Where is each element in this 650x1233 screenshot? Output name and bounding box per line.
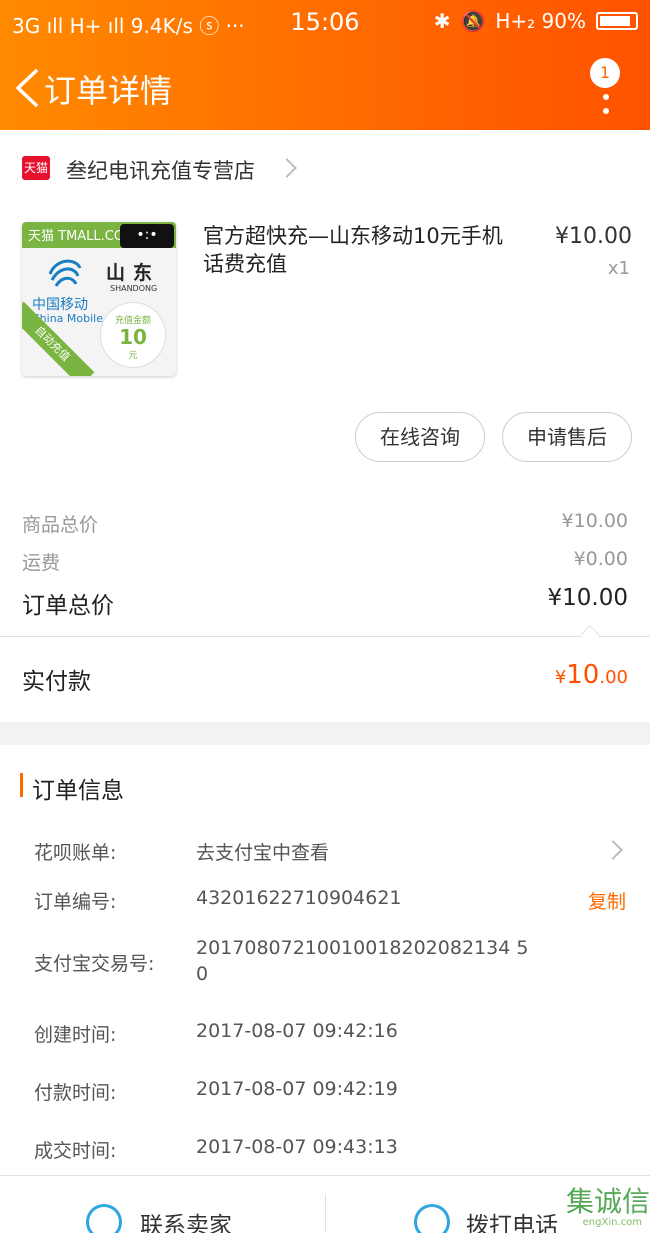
order-card: 天猫 叁纪电讯充值专营店 天猫 TMALL.COM •:• 山东 SHANDON… (0, 130, 650, 722)
image-province-en: SHANDONG (110, 284, 158, 293)
tmall-icon: 天猫 (22, 156, 50, 180)
huabei-label: 花呗账单: (34, 842, 117, 864)
goods-total-label: 商品总价 (22, 514, 99, 536)
image-amount-badge: 充值金额 10 元 (100, 302, 166, 368)
order-total-value: ¥10.00 (547, 585, 628, 611)
more-dot (603, 108, 609, 114)
back-arrow-icon[interactable] (14, 68, 40, 108)
paid-time-label: 付款时间: (34, 1082, 117, 1104)
product-quantity: x1 (607, 258, 630, 279)
product-price: ¥10.00 (555, 224, 632, 249)
shipping-value: ¥0.00 (573, 548, 628, 570)
copy-button[interactable]: 复制 (588, 887, 626, 914)
section-accent (20, 773, 23, 797)
shop-row[interactable]: 天猫 叁纪电讯充值专营店 (0, 130, 650, 206)
china-mobile-logo-icon (48, 259, 82, 287)
bottom-divider (325, 1194, 326, 1233)
order-total-label: 订单总价 (22, 593, 114, 619)
alipay-trade-value-line2: 0 (196, 963, 209, 985)
order-number-value: 43201622710904621 (196, 887, 402, 909)
battery-icon (596, 12, 638, 30)
shipping-label: 运费 (22, 552, 61, 574)
battery-text: H+₂ 90% (495, 9, 586, 33)
title-bar: 订单详情 1 (0, 44, 650, 130)
paid-amount-label: 实付款 (22, 669, 91, 695)
after-sale-button[interactable]: 申请售后 (502, 412, 632, 462)
top-bar: 3G ıll H+ ıll 9.4K/s ⓢ ··· 15:06 ✱ 🔕 H+₂… (0, 0, 650, 130)
paid-amount-value: ¥10.00 (554, 660, 628, 690)
product-image[interactable]: 天猫 TMALL.COM •:• 山东 SHANDONG 中国移动 China … (22, 222, 176, 376)
system-indicators: ✱ 🔕 H+₂ 90% (434, 9, 638, 33)
consult-online-button[interactable]: 在线咨询 (355, 412, 485, 462)
deal-time-value: 2017-08-07 09:43:13 (196, 1136, 398, 1158)
bluetooth-icon: ✱ (433, 9, 451, 33)
status-bar: 3G ıll H+ ıll 9.4K/s ⓢ ··· 15:06 ✱ 🔕 H+₂… (0, 0, 650, 44)
image-province: 山东 (106, 262, 161, 284)
order-number-label: 订单编号: (34, 891, 117, 913)
chevron-right-icon (277, 158, 297, 178)
alipay-trade-value-line1: 20170807210010018202082134 5 (196, 937, 529, 959)
goods-total-value: ¥10.00 (561, 510, 628, 532)
created-time-value: 2017-08-07 09:42:16 (196, 1020, 398, 1042)
divider-notch (580, 625, 600, 645)
watermark-logo: 集诚信 engXin.com (565, 1185, 650, 1228)
page-title: 订单详情 (44, 72, 173, 110)
divider (0, 636, 650, 637)
created-time-label: 创建时间: (34, 1024, 117, 1046)
phone-icon (414, 1204, 450, 1233)
image-carrier-cn: 中国移动 (32, 297, 88, 313)
chevron-right-icon (603, 840, 623, 860)
contact-seller-button[interactable]: 联系卖家 (60, 1176, 300, 1233)
section-title: 订单信息 (32, 778, 124, 804)
shop-name: 叁纪电讯充值专营店 (66, 159, 255, 183)
product-title[interactable]: 官方超快充—山东移动10元手机话费充值 (203, 222, 523, 278)
more-dot (603, 94, 609, 100)
chat-face-icon (86, 1204, 122, 1233)
alipay-trade-label: 支付宝交易号: (34, 953, 155, 975)
order-info-section: 订单信息 花呗账单: 去支付宝中查看 订单编号: 432016227109046… (0, 745, 650, 1175)
more-menu-icon[interactable]: 1 (590, 58, 620, 118)
tmall-cat-icon: •:• (120, 224, 174, 248)
message-badge: 1 (590, 58, 620, 88)
deal-time-label: 成交时间: (34, 1140, 117, 1162)
paid-time-value: 2017-08-07 09:42:19 (196, 1078, 398, 1100)
mute-bell-icon: 🔕 (460, 9, 486, 33)
huabei-value: 去支付宝中查看 (196, 842, 330, 864)
